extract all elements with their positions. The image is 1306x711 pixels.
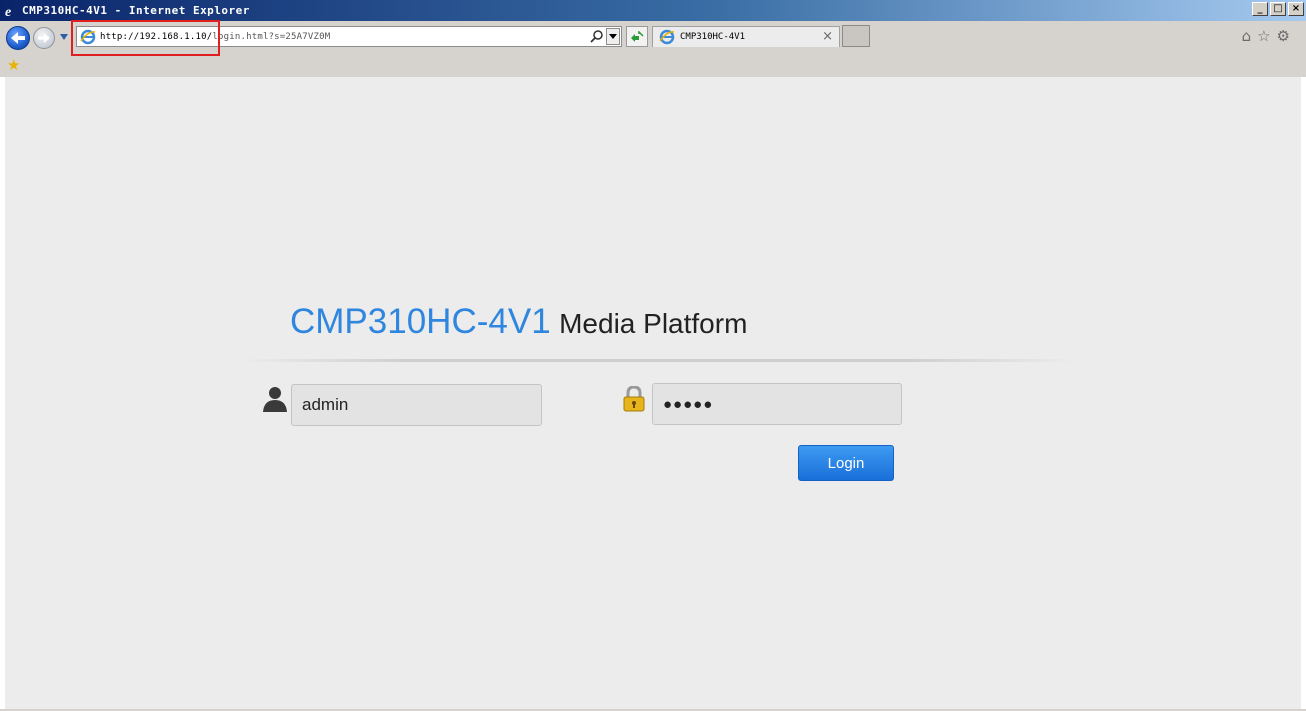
tab-close-icon[interactable]: × — [822, 29, 833, 44]
password-field[interactable]: ●●●●● — [652, 383, 902, 425]
refresh-icon — [631, 30, 644, 42]
url-path: login.html?s=25A7VZ0M — [212, 31, 331, 42]
product-model: CMP310HC-4V1 — [290, 302, 551, 341]
home-icon[interactable]: ⌂ — [1242, 28, 1252, 44]
browser-command-icons: ⌂ ☆ ⚙ — [1242, 28, 1290, 44]
back-button[interactable] — [6, 26, 30, 50]
ie-page-icon — [80, 29, 96, 44]
title-divider — [240, 359, 1076, 362]
user-icon — [263, 387, 287, 412]
window-title: CMP310HC-4V1 - Internet Explorer — [22, 4, 250, 17]
compatibility-refresh-button[interactable] — [626, 26, 648, 47]
browser-tab[interactable]: CMP310HC-4V1 × — [652, 26, 840, 47]
window-controls: _ □ × — [1252, 2, 1304, 16]
add-favorite-icon[interactable]: ★ — [7, 56, 20, 74]
window-title-bar: e CMP310HC-4V1 - Internet Explorer _ □ × — [0, 0, 1306, 21]
close-button[interactable]: × — [1288, 2, 1304, 16]
minimize-button[interactable]: _ — [1252, 2, 1268, 16]
svg-text:e: e — [5, 5, 11, 18]
url-domain: http://192.168.1.10/ — [100, 31, 213, 42]
tab-title: CMP310HC-4V1 — [680, 32, 746, 42]
browser-toolbar: http://192.168.1.10/login.html?s=25A7VZ0… — [0, 21, 1306, 77]
search-icon[interactable] — [590, 29, 604, 43]
forward-button[interactable] — [33, 27, 55, 49]
username-field[interactable]: admin — [291, 384, 542, 426]
ie-page-icon — [659, 29, 675, 45]
maximize-button[interactable]: □ — [1270, 2, 1286, 16]
history-dropdown-icon[interactable] — [60, 34, 68, 40]
favorites-icon[interactable]: ☆ — [1257, 28, 1270, 44]
address-bar[interactable]: http://192.168.1.10/login.html?s=25A7VZ0… — [76, 26, 622, 47]
internet-explorer-icon: e — [3, 3, 19, 19]
forward-arrow-icon — [38, 33, 50, 43]
page-title: CMP310HC-4V1 Media Platform — [290, 302, 747, 342]
product-subtitle: Media Platform — [559, 308, 748, 339]
chevron-down-icon — [609, 34, 617, 39]
lock-icon — [623, 386, 645, 412]
url-text: http://192.168.1.10/login.html?s=25A7VZ0… — [100, 32, 330, 42]
tools-gear-icon[interactable]: ⚙ — [1277, 28, 1290, 44]
address-dropdown-button[interactable] — [606, 28, 620, 45]
login-page: CMP310HC-4V1 Media Platform admin ●●●●● … — [5, 77, 1301, 709]
login-button[interactable]: Login — [798, 445, 894, 481]
back-arrow-icon — [11, 32, 25, 44]
new-tab-button[interactable] — [842, 25, 870, 47]
